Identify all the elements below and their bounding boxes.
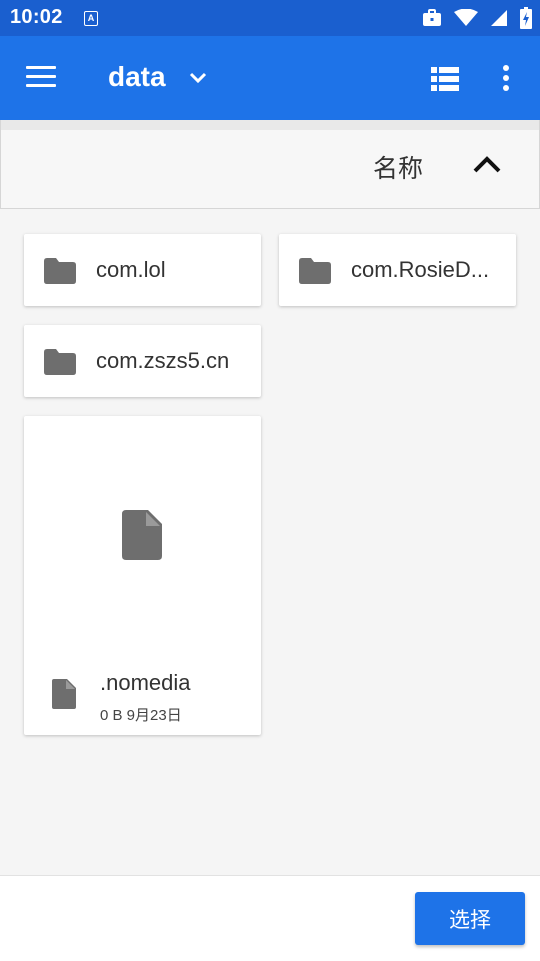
wifi-icon <box>454 9 478 26</box>
folder-name: com.lol <box>96 257 166 282</box>
sort-bar: 名称 <box>0 120 540 209</box>
list-view-icon[interactable] <box>431 67 459 91</box>
more-vert-icon[interactable] <box>502 65 510 91</box>
chevron-up-icon[interactable] <box>472 154 502 174</box>
sort-by-name-label[interactable]: 名称 <box>373 149 423 185</box>
status-time: 10:02 <box>10 6 63 28</box>
file-card[interactable]: .nomedia 0 B 9月23日 <box>24 416 261 735</box>
file-name: .nomedia <box>100 670 191 695</box>
app-toolbar: data <box>0 36 540 120</box>
file-type-icon <box>52 679 76 709</box>
select-button[interactable]: 选择 <box>415 892 525 945</box>
folder-name: com.zszs5.cn <box>96 348 230 373</box>
folder-name: com.RosieD... <box>351 257 490 282</box>
file-icon <box>122 510 162 560</box>
directory-selector[interactable]: data <box>108 61 208 93</box>
folder-icon <box>299 258 331 284</box>
battery-charging-icon <box>520 7 532 29</box>
folder-icon <box>44 258 76 284</box>
toolbar-title: data <box>108 61 166 92</box>
folder-icon <box>44 349 76 375</box>
signal-icon <box>491 10 507 26</box>
status-bar: 10:02 A <box>0 0 540 36</box>
folder-card[interactable]: com.lol <box>24 234 261 306</box>
folder-card[interactable]: com.zszs5.cn <box>24 325 261 397</box>
bottom-action-bar: 选择 <box>0 875 540 961</box>
hamburger-menu-icon[interactable] <box>26 66 56 90</box>
chevron-down-icon <box>189 72 206 84</box>
status-icons <box>422 6 532 30</box>
notification-badge: A <box>84 11 98 26</box>
folder-card[interactable]: com.RosieD... <box>279 234 516 306</box>
file-meta: 0 B 9月23日 <box>100 707 182 724</box>
briefcase-icon <box>423 9 441 26</box>
